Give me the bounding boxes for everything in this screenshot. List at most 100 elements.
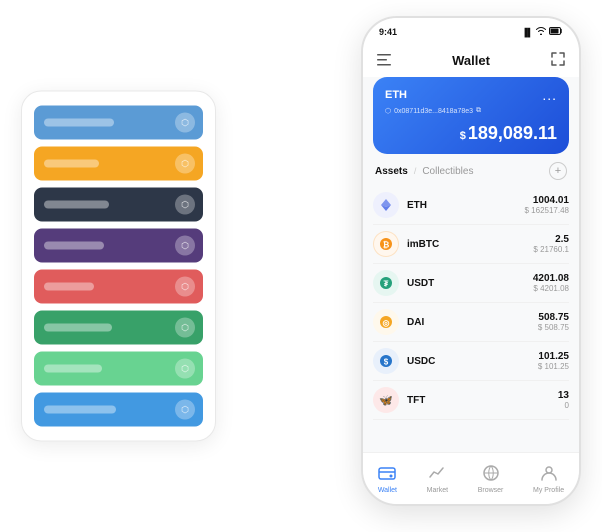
token-icon-tft: 🦋 — [373, 387, 399, 413]
tab-assets[interactable]: Assets — [375, 166, 408, 177]
token-item-tft[interactable]: 🦋 TFT130 — [373, 381, 569, 420]
token-name-usdt: USDT — [407, 278, 533, 289]
card-label — [44, 283, 94, 291]
scene: ⬡ ⬡ ⬡ ⬡ ⬡ ⬡ ⬡ ⬡ 9:41 ▐▌ — [21, 16, 581, 516]
token-icon-imbtc: ₿ — [373, 231, 399, 257]
card-label — [44, 119, 114, 127]
card-label — [44, 406, 116, 414]
token-name-dai: DAI — [407, 317, 538, 328]
token-values-usdt: 4201.08$ 4201.08 — [533, 273, 569, 293]
card-icon: ⬡ — [175, 236, 195, 256]
copy-icon[interactable]: ⧉ — [476, 107, 481, 115]
eth-card[interactable]: ETH ... ⬡ 0x08711d3e...8418a78e3 ⧉ $189,… — [373, 77, 569, 154]
card-label — [44, 160, 99, 168]
token-usd: $ 21760.1 — [533, 245, 569, 254]
signal-icon: ▐▌ — [522, 28, 533, 37]
tab-divider: / — [414, 166, 417, 176]
token-icon-usdt: ₮ — [373, 270, 399, 296]
token-item-usdc[interactable]: $ USDC101.25$ 101.25 — [373, 342, 569, 381]
card-stack: ⬡ ⬡ ⬡ ⬡ ⬡ ⬡ ⬡ ⬡ — [21, 91, 216, 442]
status-icons: ▐▌ — [522, 27, 563, 37]
assets-tabs: Assets / Collectibles — [375, 166, 473, 177]
token-amount: 13 — [558, 390, 569, 401]
card-icon: ⬡ — [175, 318, 195, 338]
card-label — [44, 324, 112, 332]
card-icon: ⬡ — [175, 277, 195, 297]
card-item-5[interactable]: ⬡ — [34, 311, 203, 345]
card-item-0[interactable]: ⬡ — [34, 106, 203, 140]
token-item-usdt[interactable]: ₮ USDT4201.08$ 4201.08 — [373, 264, 569, 303]
token-list: ETH1004.01$ 162517.48 ₿ imBTC2.5$ 21760.1 ₮… — [363, 186, 579, 452]
token-name-tft: TFT — [407, 395, 558, 406]
nav-icon-my profile — [540, 464, 558, 485]
token-name-imbtc: imBTC — [407, 239, 533, 250]
nav-label-browser: Browser — [478, 487, 504, 494]
nav-icon-wallet — [378, 464, 396, 485]
menu-icon[interactable] — [377, 53, 391, 69]
card-icon: ⬡ — [175, 154, 195, 174]
token-usd: $ 508.75 — [538, 323, 569, 332]
eth-card-balance: $189,089.11 — [385, 123, 557, 144]
svg-text:◎: ◎ — [383, 319, 390, 328]
svg-text:₿: ₿ — [383, 241, 390, 250]
phone-header: Wallet — [363, 46, 579, 77]
token-amount: 4201.08 — [533, 273, 569, 284]
card-label — [44, 242, 104, 250]
nav-label-wallet: Wallet — [378, 487, 397, 494]
wifi-icon — [536, 27, 546, 37]
eth-card-title: ETH — [385, 89, 407, 101]
nav-label-my profile: My Profile — [533, 487, 564, 494]
nav-icon-market — [428, 464, 446, 485]
card-item-6[interactable]: ⬡ — [34, 352, 203, 386]
card-label — [44, 201, 109, 209]
token-item-imbtc[interactable]: ₿ imBTC2.5$ 21760.1 — [373, 225, 569, 264]
eth-card-options[interactable]: ... — [542, 87, 557, 103]
nav-item-wallet[interactable]: Wallet — [378, 464, 397, 494]
tab-collectibles[interactable]: Collectibles — [422, 166, 473, 177]
bottom-nav: Wallet Market Browser My Profile — [363, 452, 579, 504]
svg-text:$: $ — [384, 358, 389, 367]
token-icon-eth — [373, 192, 399, 218]
battery-icon — [549, 27, 563, 37]
token-name-eth: ETH — [407, 200, 525, 211]
card-item-2[interactable]: ⬡ — [34, 188, 203, 222]
token-item-dai[interactable]: ◎ DAI508.75$ 508.75 — [373, 303, 569, 342]
token-values-usdc: 101.25$ 101.25 — [538, 351, 569, 371]
nav-item-market[interactable]: Market — [427, 464, 448, 494]
card-item-3[interactable]: ⬡ — [34, 229, 203, 263]
token-item-eth[interactable]: ETH1004.01$ 162517.48 — [373, 186, 569, 225]
token-name-usdc: USDC — [407, 356, 538, 367]
nav-item-my-profile[interactable]: My Profile — [533, 464, 564, 494]
nav-label-market: Market — [427, 487, 448, 494]
card-icon: ⬡ — [175, 359, 195, 379]
token-values-imbtc: 2.5$ 21760.1 — [533, 234, 569, 254]
token-values-eth: 1004.01$ 162517.48 — [525, 195, 570, 215]
balance-currency: $ — [460, 130, 466, 142]
page-title: Wallet — [452, 53, 490, 68]
token-values-dai: 508.75$ 508.75 — [538, 312, 569, 332]
nav-item-browser[interactable]: Browser — [478, 464, 504, 494]
token-usd: $ 4201.08 — [533, 284, 569, 293]
card-item-7[interactable]: ⬡ — [34, 393, 203, 427]
token-icon-dai: ◎ — [373, 309, 399, 335]
token-usd: 0 — [558, 401, 569, 410]
phone-content: ETH ... ⬡ 0x08711d3e...8418a78e3 ⧉ $189,… — [363, 77, 579, 452]
nav-icon-browser — [482, 464, 500, 485]
card-item-4[interactable]: ⬡ — [34, 270, 203, 304]
svg-text:₮: ₮ — [384, 280, 389, 289]
eth-card-address: ⬡ 0x08711d3e...8418a78e3 ⧉ — [385, 107, 557, 115]
add-asset-button[interactable]: + — [549, 162, 567, 180]
token-usd: $ 162517.48 — [525, 206, 570, 215]
token-values-tft: 130 — [558, 390, 569, 410]
status-time: 9:41 — [379, 27, 397, 37]
card-item-1[interactable]: ⬡ — [34, 147, 203, 181]
token-amount: 101.25 — [538, 351, 569, 362]
eth-card-header: ETH ... — [385, 87, 557, 103]
card-icon: ⬡ — [175, 195, 195, 215]
token-icon-usdc: $ — [373, 348, 399, 374]
token-amount: 2.5 — [533, 234, 569, 245]
svg-text:🦋: 🦋 — [379, 395, 393, 407]
eth-address-icon: ⬡ — [385, 107, 391, 115]
assets-header: Assets / Collectibles + — [363, 162, 579, 186]
expand-icon[interactable] — [551, 52, 565, 69]
